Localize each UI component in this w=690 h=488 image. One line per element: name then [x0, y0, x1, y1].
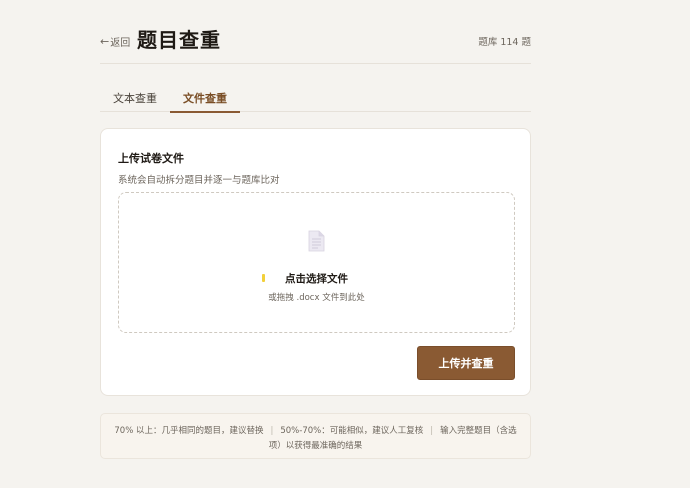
note-tip-part2: 项）以获得最准确的结果	[268, 441, 363, 451]
tab-bar: 文本查重 文件查重	[100, 84, 531, 113]
note-tip-part1: 输入完整题目（含选	[440, 426, 517, 436]
upload-check-button[interactable]: 上传并查重	[417, 346, 515, 380]
card-description: 系统会自动拆分题目并逐一与题库比对	[118, 175, 280, 186]
card-title: 上传试卷文件	[118, 152, 184, 165]
page-header: ← 返回 题目查重 题库 114 题	[100, 22, 531, 64]
note-high: 70% 以上：几乎相同的题目，建议替换	[114, 426, 264, 436]
notes-line-1: 70% 以上：几乎相同的题目，建议替换 | 50%-70%：可能相似，建议人工复核 |…	[101, 424, 530, 436]
similarity-notes: 70% 以上：几乎相同的题目，建议替换 | 50%-70%：可能相似，建议人工复核 |…	[100, 413, 531, 459]
note-medium: 50%-70%：可能相似，建议人工复核	[280, 426, 424, 436]
document-icon	[308, 230, 325, 252]
dropzone-title: 点击选择文件	[285, 273, 348, 285]
arrow-left-icon: ←	[100, 35, 110, 48]
bank-count: 题库 114 题	[478, 37, 531, 48]
back-label: 返回	[110, 38, 131, 49]
notes-line-2: 项）以获得最准确的结果	[101, 439, 530, 451]
upload-card: 上传试卷文件 系统会自动拆分题目并逐一与题库比对 点击选择文件 或拖拽 .doc…	[100, 128, 531, 396]
tab-text-check[interactable]: 文本查重	[100, 84, 170, 112]
dropzone-hint: 或拖拽 .docx 文件到此处	[268, 293, 365, 303]
separator: |	[430, 426, 434, 436]
file-dropzone[interactable]: 点击选择文件 或拖拽 .docx 文件到此处	[118, 192, 515, 333]
tab-file-check[interactable]: 文件查重	[170, 84, 240, 113]
back-link[interactable]: ← 返回	[100, 34, 130, 49]
separator: |	[270, 426, 274, 436]
page-title: 题目查重	[137, 28, 221, 52]
page: ← 返回 题目查重 题库 114 题 文本查重 文件查重 上传试卷文件 系统会自…	[0, 0, 690, 488]
